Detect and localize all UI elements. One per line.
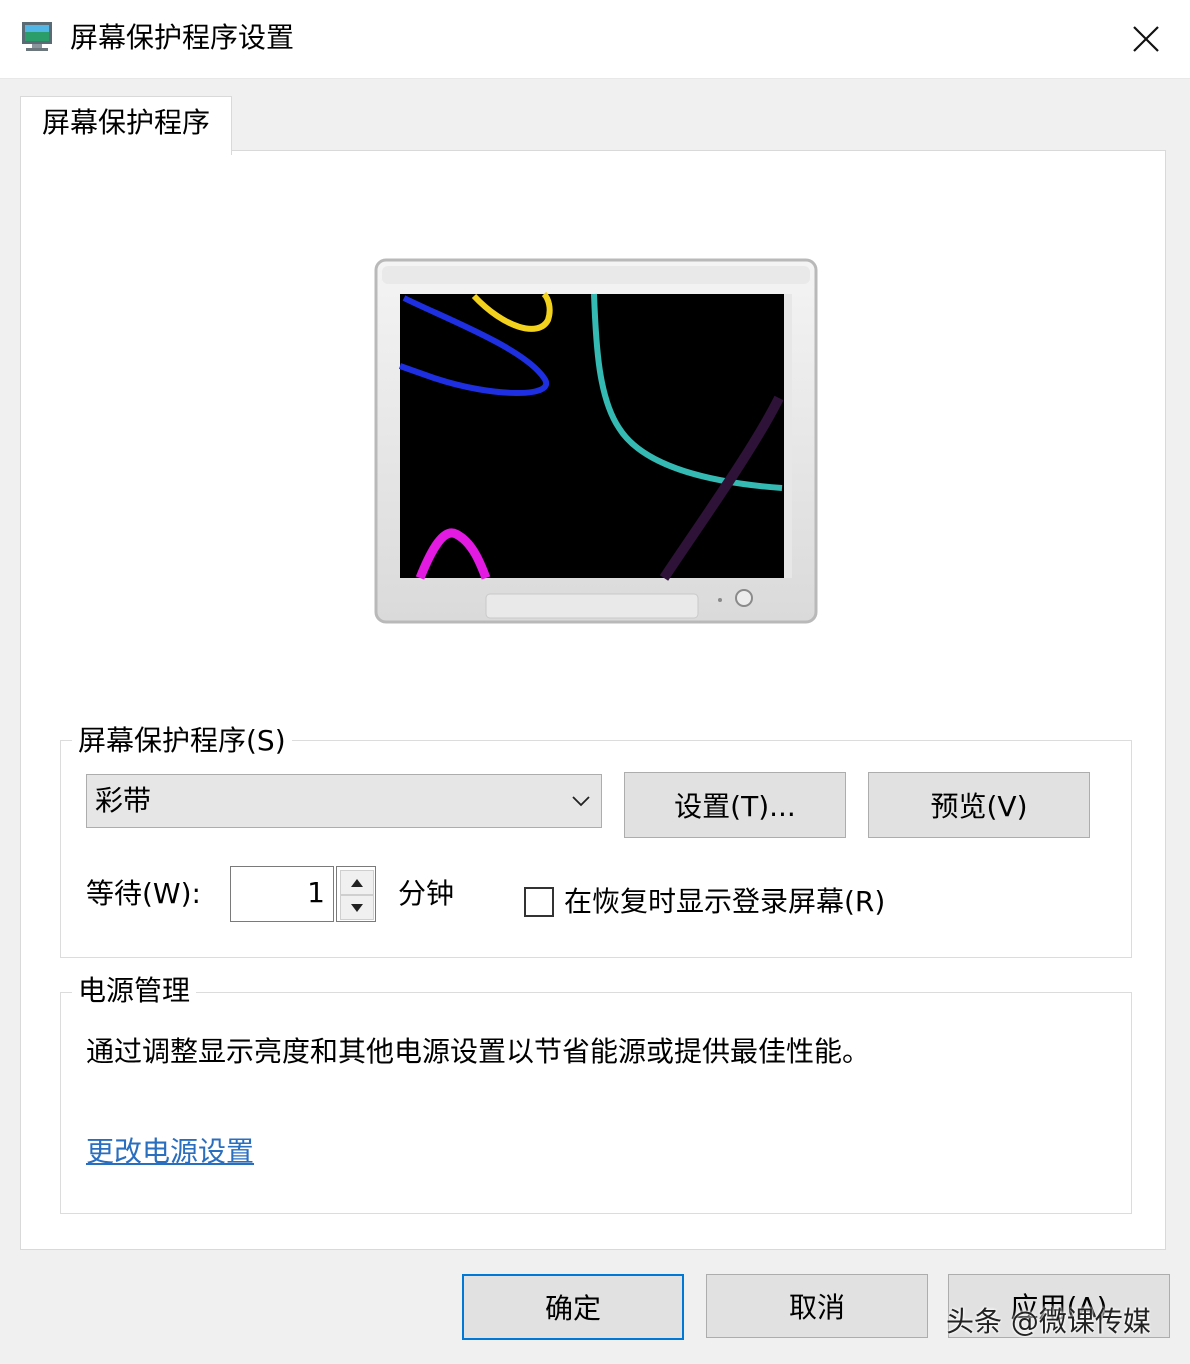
arrow-down-icon <box>351 903 363 912</box>
change-power-settings-link[interactable]: 更改电源设置 <box>86 1134 254 1170</box>
wait-minutes-spinner <box>336 866 376 922</box>
resume-login-label[interactable]: 在恢复时显示登录屏幕(R) <box>564 884 885 920</box>
settings-button[interactable]: 设置(T)... <box>624 772 846 838</box>
close-button[interactable] <box>1110 10 1182 68</box>
power-group-title: 电源管理 <box>72 974 197 1008</box>
arrow-up-icon <box>351 878 363 887</box>
screensaver-dropdown[interactable]: 彩带 <box>86 774 602 828</box>
power-description: 通过调整显示亮度和其他电源设置以节省能源或提供最佳性能。 <box>86 1035 871 1068</box>
resume-login-checkbox[interactable] <box>524 887 554 917</box>
screensaver-group-title: 屏幕保护程序(S) <box>72 724 292 758</box>
cancel-button[interactable]: 取消 <box>706 1274 928 1338</box>
minutes-label: 分钟 <box>398 877 455 910</box>
chevron-down-icon <box>572 796 590 807</box>
window-title: 屏幕保护程序设置 <box>70 21 295 54</box>
wait-minutes-input[interactable]: 1 <box>230 866 334 922</box>
watermark-text: 头条 @微课传媒 <box>946 1305 1151 1338</box>
screensaver-app-icon <box>22 22 52 51</box>
tab-screensaver[interactable]: 屏幕保护程序 <box>20 96 232 155</box>
close-icon <box>1133 26 1159 52</box>
preview-button[interactable]: 预览(V) <box>868 772 1090 838</box>
spin-down-button[interactable] <box>340 895 374 920</box>
ok-button[interactable]: 确定 <box>462 1274 684 1340</box>
spin-up-button[interactable] <box>340 870 374 895</box>
screensaver-dropdown-value: 彩带 <box>95 784 152 817</box>
wait-label: 等待(W): <box>86 877 201 910</box>
screensaver-preview-monitor <box>374 258 818 624</box>
power-group <box>60 992 1132 1214</box>
title-bar: 屏幕保护程序设置 <box>0 0 1190 79</box>
